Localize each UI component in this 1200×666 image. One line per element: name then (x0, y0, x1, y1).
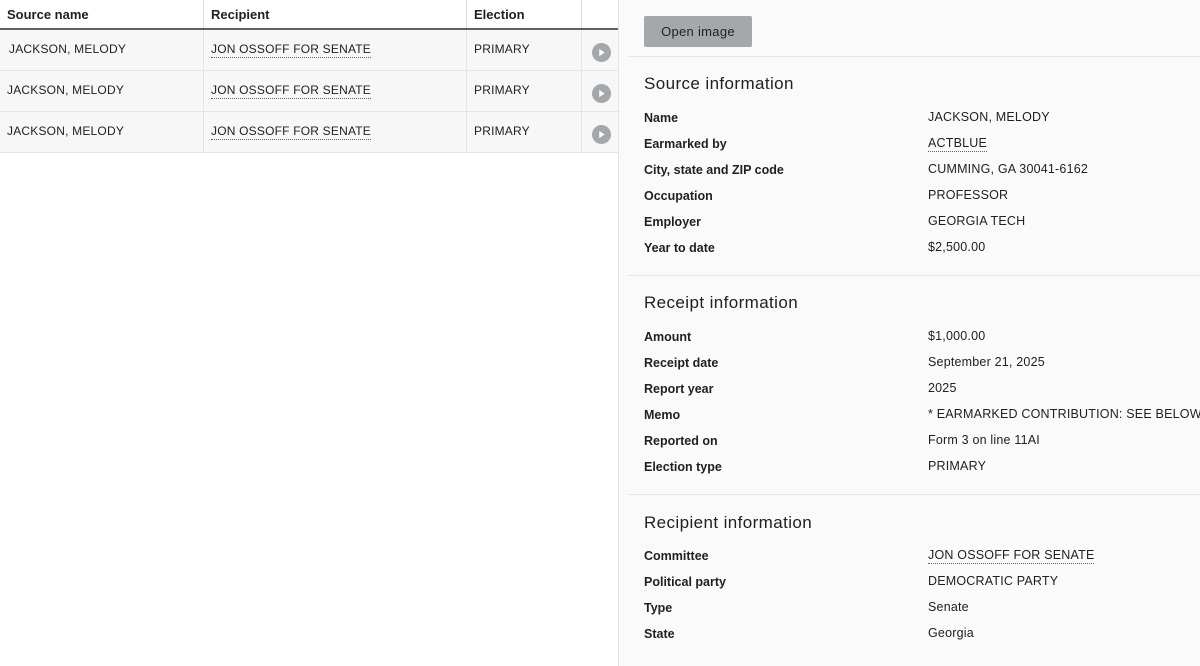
cell-election: PRIMARY (467, 112, 582, 152)
field-value-state: Georgia (928, 626, 974, 640)
field-value-occupation: PROFESSOR (928, 188, 1009, 202)
field-label-amount: Amount (644, 330, 692, 344)
recipient-link[interactable]: JON OSSOFF FOR SENATE (211, 124, 371, 140)
field-label-name: Name (644, 111, 679, 125)
field-label-political-party: Political party (644, 575, 726, 589)
play-icon (598, 48, 605, 56)
field-label-city-state-zip: City, state and ZIP code (644, 163, 784, 177)
header-source-name[interactable]: Source name (0, 0, 204, 28)
field-value-political-party: DEMOCRATIC PARTY (928, 574, 1059, 588)
table-header-row: Source name Recipient Election (0, 0, 618, 30)
field-value-report-year: 2025 (928, 381, 957, 395)
field-value-type: Senate (928, 600, 969, 614)
recipient-link[interactable]: JON OSSOFF FOR SENATE (211, 42, 371, 58)
header-election[interactable]: Election (467, 0, 582, 28)
table-row[interactable]: JACKSON, MELODY JON OSSOFF FOR SENATE PR… (0, 71, 618, 112)
field-label-earmarked-by: Earmarked by (644, 137, 727, 151)
field-value-receipt-date: September 21, 2025 (928, 355, 1045, 369)
section-divider (628, 275, 1200, 276)
cell-action (582, 71, 618, 111)
field-value-election-type: PRIMARY (928, 459, 987, 473)
field-label-reported-on: Reported on (644, 434, 718, 448)
cell-action (582, 112, 618, 152)
expand-row-button[interactable] (591, 42, 611, 62)
table-row[interactable]: JACKSON, MELODY JON OSSOFF FOR SENATE PR… (0, 30, 618, 71)
field-label-committee: Committee (644, 549, 709, 563)
results-table: Source name Recipient Election JACKSON, … (0, 0, 618, 666)
cell-recipient: JON OSSOFF FOR SENATE (204, 112, 467, 152)
cell-source-name: JACKSON, MELODY (0, 71, 204, 111)
recipient-link[interactable]: JON OSSOFF FOR SENATE (211, 83, 371, 99)
field-label-election-type: Election type (644, 460, 722, 474)
field-label-employer: Employer (644, 215, 701, 229)
cell-recipient: JON OSSOFF FOR SENATE (204, 30, 467, 70)
open-image-button[interactable]: Open image (644, 16, 752, 47)
expand-row-button[interactable] (591, 124, 611, 144)
field-value-name: JACKSON, MELODY (928, 110, 1050, 124)
earmarked-by-link[interactable]: ACTBLUE (928, 136, 988, 152)
section-divider (628, 56, 1200, 57)
receipt-information-heading: Receipt information (644, 293, 799, 312)
cell-source-name: JACKSON, MELODY (0, 112, 204, 152)
cell-election: PRIMARY (467, 30, 582, 70)
section-divider (628, 494, 1200, 495)
field-value-employer: GEORGIA TECH (928, 214, 1026, 228)
field-value-reported-on: Form 3 on line 11AI (928, 433, 1040, 447)
source-information-heading: Source information (644, 74, 794, 93)
field-label-memo: Memo (644, 408, 681, 422)
expand-row-button[interactable] (591, 83, 611, 103)
field-value-year-to-date: $2,500.00 (928, 240, 986, 254)
play-icon (598, 130, 605, 138)
table-row[interactable]: JACKSON, MELODY JON OSSOFF FOR SENATE PR… (0, 112, 618, 153)
header-action (582, 0, 618, 28)
field-label-receipt-date: Receipt date (644, 356, 719, 370)
cell-recipient: JON OSSOFF FOR SENATE (204, 71, 467, 111)
play-icon (598, 89, 605, 97)
field-label-report-year: Report year (644, 382, 714, 396)
field-value-city-state-zip: CUMMING, GA 30041-6162 (928, 162, 1089, 176)
cell-source-name: JACKSON, MELODY (0, 30, 204, 70)
field-value-amount: $1,000.00 (928, 329, 986, 343)
field-label-state: State (644, 627, 675, 641)
field-value-committee: JON OSSOFF FOR SENATE (928, 548, 1095, 564)
header-recipient[interactable]: Recipient (204, 0, 467, 28)
field-label-type: Type (644, 601, 673, 615)
detail-panel: Open image Source information Name JACKS… (619, 0, 1200, 666)
field-label-year-to-date: Year to date (644, 241, 715, 255)
cell-action (582, 30, 618, 70)
cell-election: PRIMARY (467, 71, 582, 111)
committee-link[interactable]: JON OSSOFF FOR SENATE (928, 548, 1095, 564)
field-value-earmarked-by: ACTBLUE (928, 136, 988, 152)
recipient-information-heading: Recipient information (644, 513, 813, 532)
field-value-memo: * EARMARKED CONTRIBUTION: SEE BELOW (928, 407, 1200, 421)
field-label-occupation: Occupation (644, 189, 713, 203)
